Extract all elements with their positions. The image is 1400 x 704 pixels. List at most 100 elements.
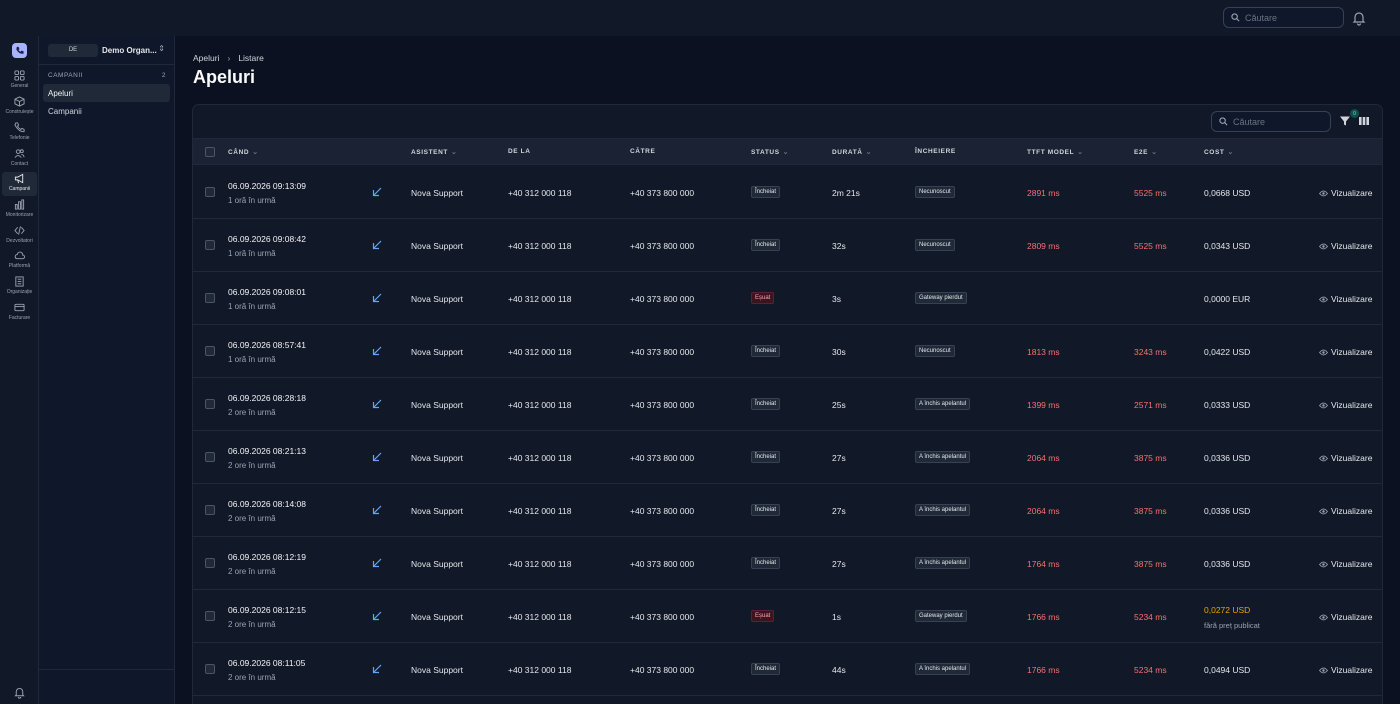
view-button[interactable]: Vizualizare	[1319, 612, 1372, 622]
org-switcher[interactable]: DE Demo Organ... ⇕	[48, 43, 168, 57]
notifications-bell-icon[interactable]	[13, 686, 26, 699]
sidebar-item-apeluri[interactable]: Apeluri	[43, 84, 170, 102]
eye-icon	[1319, 190, 1328, 196]
arrow-down-left-icon	[372, 346, 382, 356]
cost-value: 0,0000 EUR	[1204, 294, 1251, 304]
table-row[interactable]: 06.09.2026 08:21:13 2 ore în urmă Nova Sup…	[193, 431, 1382, 484]
rail-item-3[interactable]: Contact	[2, 147, 37, 171]
table-row[interactable]: 06.09.2026 09:13:09 1 oră în urmă Nova Sup…	[193, 166, 1382, 219]
search-icon	[1231, 13, 1240, 22]
view-label: Vizualizare	[1331, 188, 1373, 198]
row-checkbox[interactable]	[205, 187, 215, 197]
to-cell: +40 373 800 000	[630, 559, 695, 569]
column-header-when[interactable]: CÂND ⌄	[228, 148, 259, 156]
rail-item-label: Monitorizare	[5, 212, 34, 218]
app-logo[interactable]	[12, 43, 27, 58]
bell-icon[interactable]	[1352, 10, 1366, 26]
row-checkbox[interactable]	[205, 399, 215, 409]
rail-item-6[interactable]: Dezvoltatori	[2, 224, 37, 248]
phone-icon	[14, 122, 25, 133]
rail-item-2[interactable]: Telefonie	[2, 121, 37, 145]
when-cell: 06.09.2026 09:08:42 1 oră în urmă	[228, 234, 306, 258]
column-header-cost[interactable]: COST ⌄	[1204, 148, 1234, 156]
cost-cell: 0,0333 USD	[1204, 400, 1250, 410]
table-row[interactable]: 06.09.2026 08:14:08 2 ore în urmă Nova Sup…	[193, 484, 1382, 537]
table-row[interactable]: 06.09.2026 08:28:18 2 ore în urmă Nova Sup…	[193, 378, 1382, 431]
column-header-to: CĂTRE	[630, 148, 655, 155]
rail-item-9[interactable]: Facturare	[2, 301, 37, 325]
row-checkbox[interactable]	[205, 293, 215, 303]
assistant-cell: Nova Support	[411, 453, 463, 463]
ending-badge: Necunoscut	[915, 345, 955, 357]
row-checkbox[interactable]	[205, 505, 215, 515]
from-cell: +40 312 000 118	[508, 188, 572, 198]
view-button[interactable]: Vizualizare	[1319, 188, 1372, 198]
columns-icon[interactable]	[1358, 115, 1370, 127]
rail-item-7[interactable]: Platformă	[2, 249, 37, 273]
from-cell: +40 312 000 118	[508, 294, 572, 304]
table-search-input[interactable]: Căutare	[1211, 111, 1331, 132]
call-date: 06.09.2026 08:12:19	[228, 552, 306, 562]
table-row[interactable]: 06.09.2026 08:12:15 2 ore în urmă Nova Sup…	[193, 590, 1382, 643]
cost-value: 0,0272 USD	[1204, 605, 1251, 615]
to-cell: +40 373 800 000	[630, 347, 695, 357]
sidebar-item-campanii[interactable]: Campanii	[43, 102, 170, 120]
global-search-input[interactable]: Căutare	[1223, 7, 1344, 28]
card-icon	[14, 303, 25, 312]
breadcrumb-root[interactable]: Apeluri	[193, 53, 219, 63]
duration-cell: 32s	[832, 241, 846, 251]
call-relative-time: 1 oră în urmă	[228, 249, 276, 258]
view-button[interactable]: Vizualizare	[1319, 347, 1372, 357]
view-button[interactable]: Vizualizare	[1319, 400, 1372, 410]
rail-item-1[interactable]: Construiește	[2, 95, 37, 119]
e2e-cell: 3875 ms	[1134, 559, 1167, 569]
column-header-ttft[interactable]: TTFT MODEL ⌄	[1027, 148, 1084, 156]
when-cell: 06.09.2026 09:08:01 1 oră în urmă	[228, 287, 306, 311]
cost-value: 0,0343 USD	[1204, 241, 1251, 251]
select-all-checkbox[interactable]	[205, 147, 215, 157]
e2e-cell: 5525 ms	[1134, 241, 1167, 251]
rail-item-8[interactable]: Organizație	[2, 275, 37, 299]
column-header-duration[interactable]: DURATĂ ⌄	[832, 148, 872, 156]
row-checkbox[interactable]	[205, 240, 215, 250]
view-button[interactable]: Vizualizare	[1319, 294, 1372, 304]
table-row[interactable]: 06.09.2026 08:11:05 2 ore în urmă Nova Sup…	[193, 643, 1382, 696]
view-button[interactable]: Vizualizare	[1319, 506, 1372, 516]
when-cell: 06.09.2026 08:14:08 2 ore în urmă	[228, 499, 306, 523]
column-header-e2e[interactable]: E2E ⌄	[1134, 148, 1158, 156]
view-button[interactable]: Vizualizare	[1319, 453, 1372, 463]
table-row[interactable]: 06.09.2026 08:12:19 2 ore în urmă Nova Sup…	[193, 537, 1382, 590]
view-button[interactable]: Vizualizare	[1319, 241, 1372, 251]
rail-item-0[interactable]: General	[2, 69, 37, 93]
rail-item-5[interactable]: Monitorizare	[2, 198, 37, 222]
column-header-assistant[interactable]: ASISTENT ⌄	[411, 148, 457, 156]
row-checkbox[interactable]	[205, 611, 215, 621]
duration-cell: 25s	[832, 400, 846, 410]
grid-icon	[14, 70, 25, 81]
table-row[interactable]: 06.09.2026 08:57:41 1 oră în urmă Nova Sup…	[193, 325, 1382, 378]
call-relative-time: 1 oră în urmă	[228, 302, 276, 311]
view-button[interactable]: Vizualizare	[1319, 665, 1372, 675]
row-checkbox[interactable]	[205, 452, 215, 462]
filter-icon[interactable]	[1339, 115, 1351, 127]
row-checkbox[interactable]	[205, 558, 215, 568]
section-header-campanii: CAMPANII 2	[48, 72, 166, 79]
view-button[interactable]: Vizualizare	[1319, 559, 1372, 569]
ending-badge: Necunoscut	[915, 186, 955, 198]
rail-item-4[interactable]: Campanii	[2, 172, 37, 196]
row-checkbox[interactable]	[205, 346, 215, 356]
table-row[interactable]: 06.09.2026 09:08:01 1 oră în urmă Nova Sup…	[193, 272, 1382, 325]
status-badge: Încheiat	[751, 345, 781, 357]
to-cell: +40 373 800 000	[630, 400, 695, 410]
ending-badge: Necunoscut	[915, 239, 955, 251]
when-cell: 06.09.2026 08:21:13 2 ore în urmă	[228, 446, 306, 470]
global-search-placeholder: Căutare	[1245, 12, 1278, 23]
arrow-down-left-icon	[372, 240, 382, 250]
row-checkbox[interactable]	[205, 664, 215, 674]
to-cell: +40 373 800 000	[630, 453, 695, 463]
call-relative-time: 2 ore în urmă	[228, 408, 276, 417]
column-header-status[interactable]: STATUS ⌄	[751, 148, 789, 156]
e2e-cell: 5525 ms	[1134, 188, 1167, 198]
call-relative-time: 2 ore în urmă	[228, 461, 276, 470]
table-row[interactable]: 06.09.2026 09:08:42 1 oră în urmă Nova Sup…	[193, 219, 1382, 272]
